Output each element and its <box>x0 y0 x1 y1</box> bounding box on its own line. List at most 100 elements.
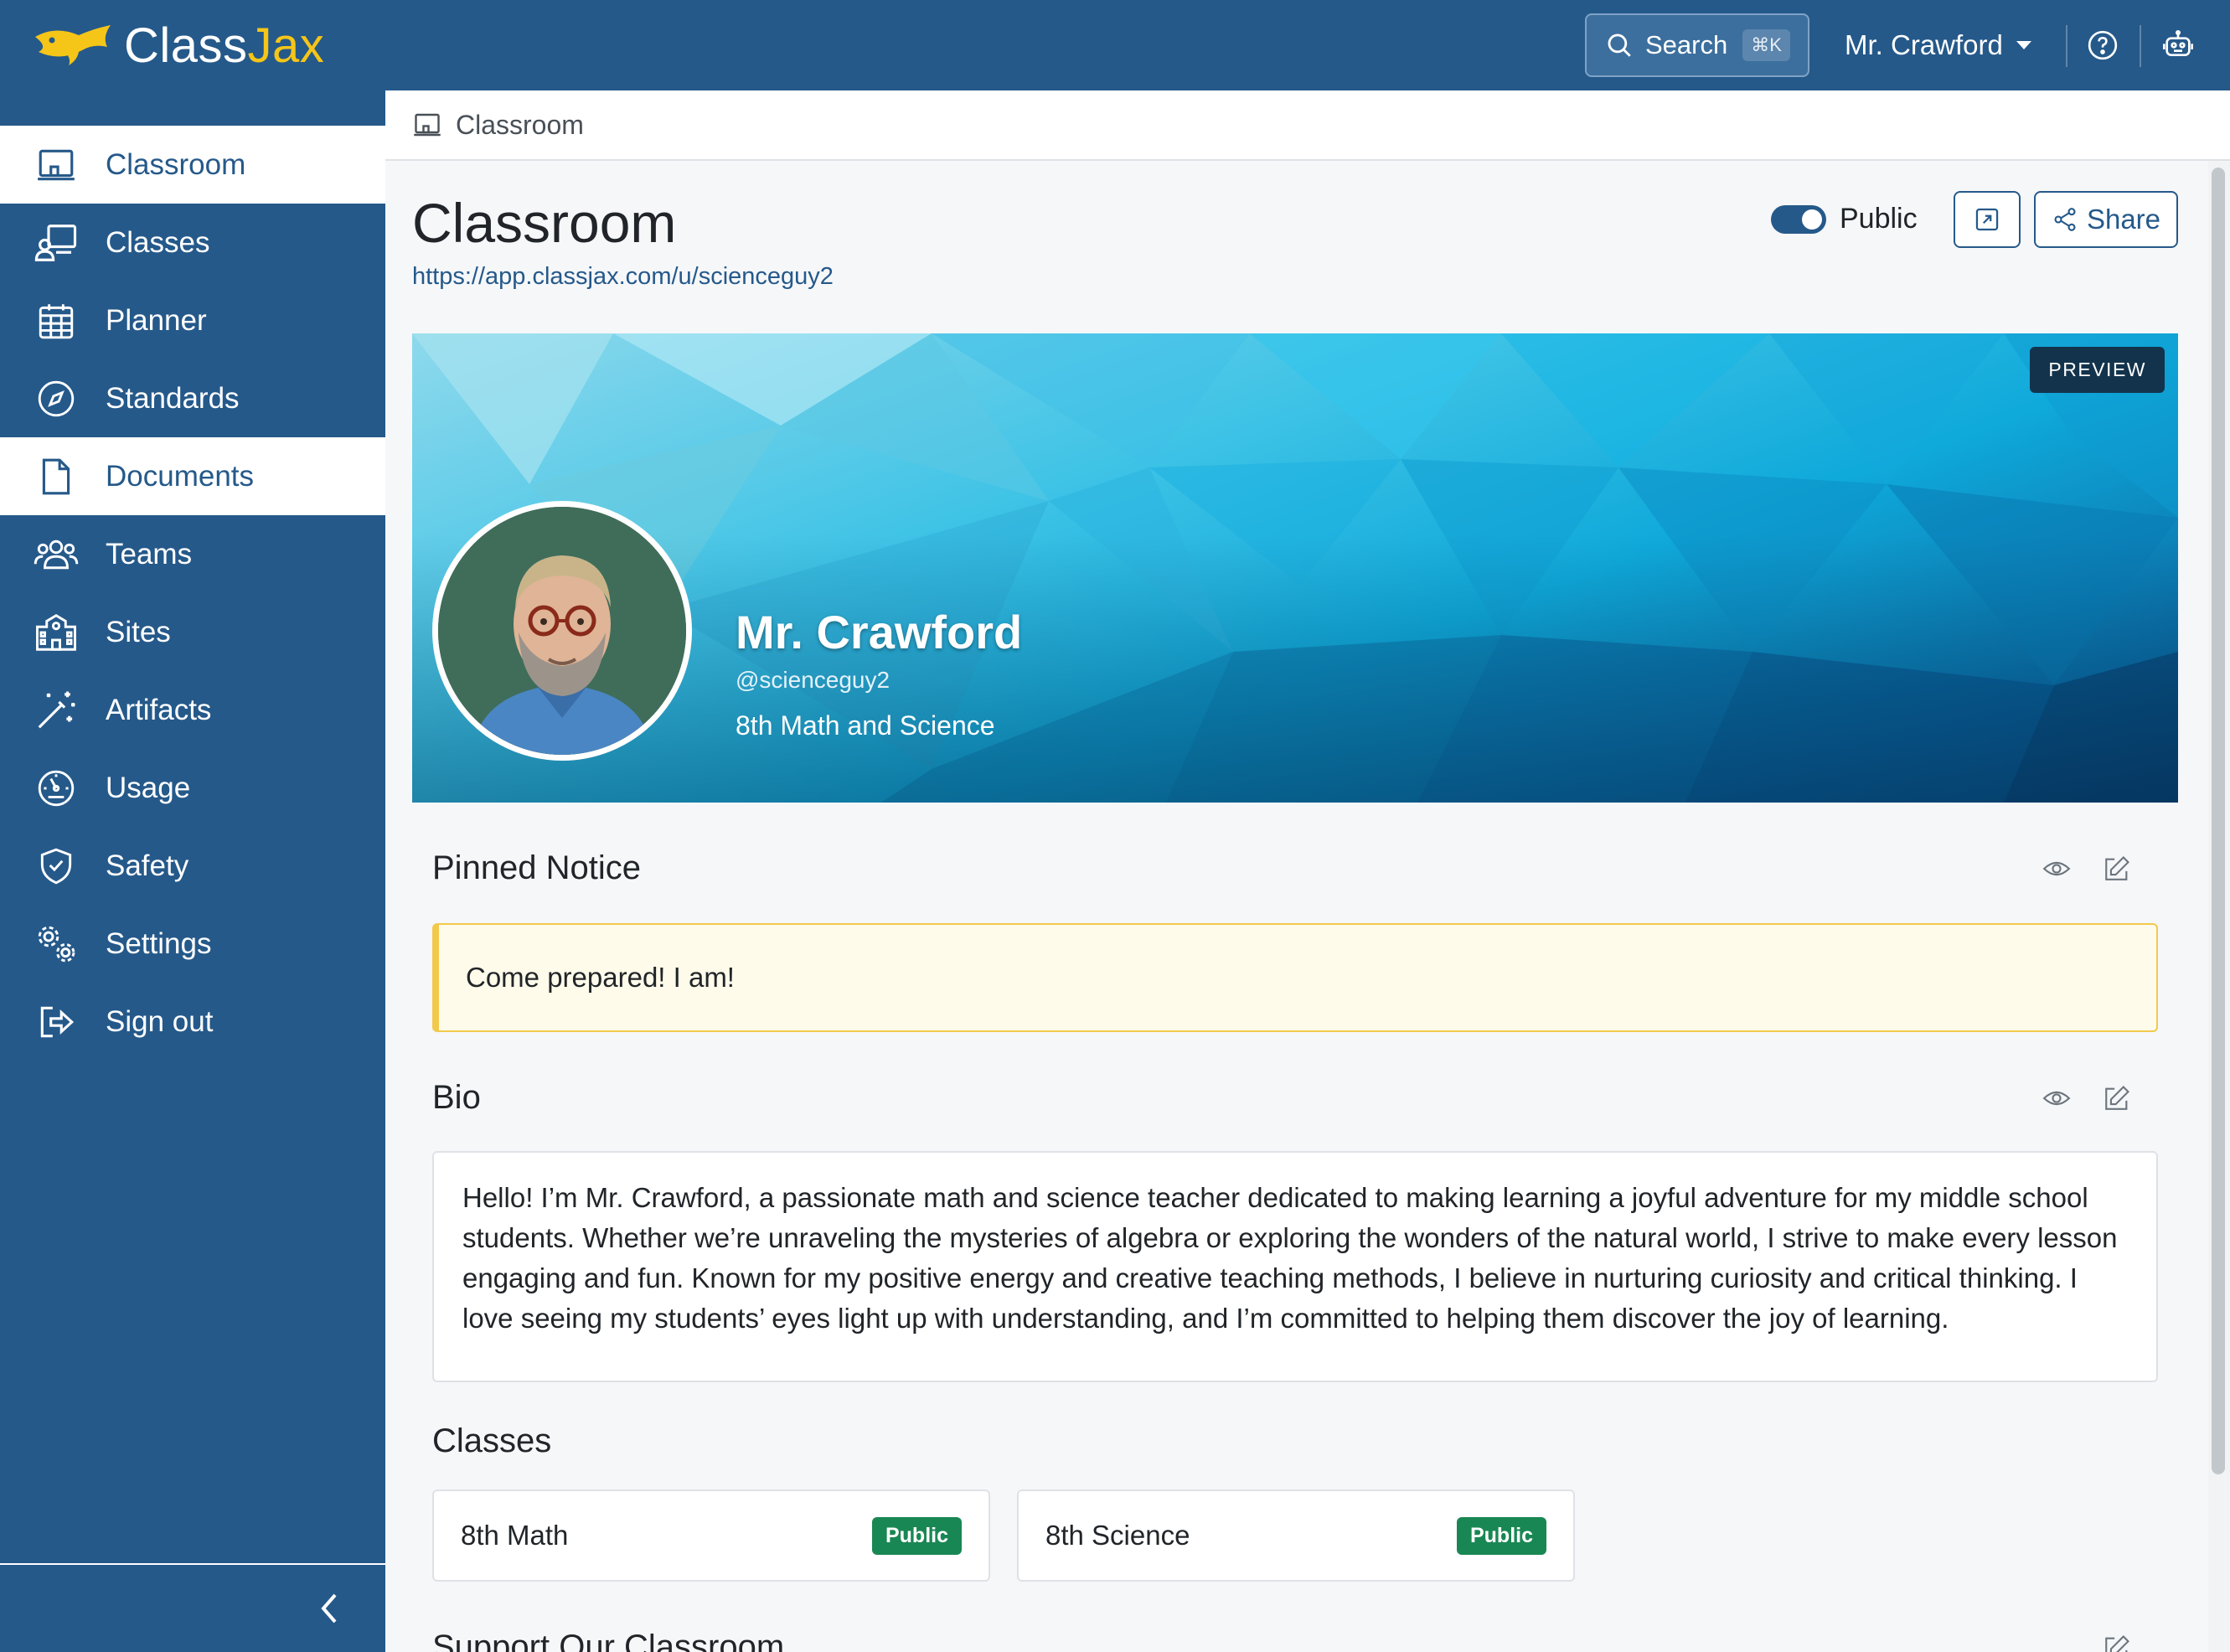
open-external-button[interactable] <box>1954 191 2021 248</box>
help-button[interactable] <box>2086 28 2119 62</box>
chevron-left-icon <box>321 1593 337 1624</box>
assistant-button[interactable] <box>2161 28 2195 62</box>
edit-icon[interactable] <box>2103 854 2131 883</box>
sidebar-item-label: Classes <box>106 225 210 259</box>
document-icon <box>34 454 79 499</box>
sidebar-item-usage[interactable]: Usage <box>0 749 385 827</box>
sidebar-item-settings[interactable]: Settings <box>0 905 385 983</box>
fish-logo-icon <box>35 25 111 65</box>
sidebar-item-teams[interactable]: Teams <box>0 515 385 593</box>
compass-icon <box>34 376 79 421</box>
teacher-portrait-image <box>438 507 686 755</box>
support-title: Support Our Classroom <box>432 1629 785 1652</box>
brand-name-part1: Class <box>124 18 248 73</box>
page-title: Classroom <box>412 192 677 254</box>
pinned-notice-box: Come prepared! I am! <box>432 923 2158 1032</box>
external-link-icon <box>1975 208 1999 231</box>
user-name: Mr. Crawford <box>1845 29 2003 60</box>
sidebar-item-label: Planner <box>106 303 207 337</box>
topbar-divider <box>2066 25 2067 67</box>
public-label: Public <box>1840 203 1918 235</box>
classes-icon <box>34 220 79 266</box>
sidebar-item-label: Classroom <box>106 147 246 181</box>
eye-icon[interactable] <box>2042 854 2071 883</box>
sidebar-item-documents[interactable]: Documents <box>0 437 385 515</box>
sidebar-item-label: Sites <box>106 615 171 648</box>
sidebar-item-classroom[interactable]: Classroom <box>0 126 385 204</box>
class-name: 8th Science <box>1045 1520 1190 1551</box>
help-icon <box>2088 30 2118 60</box>
magic-wand-icon <box>34 688 79 733</box>
brand-name: ClassJax <box>124 18 324 74</box>
avatar <box>432 501 692 761</box>
scrollbar-thumb[interactable] <box>2212 168 2225 1474</box>
bio-text: Hello! I’m Mr. Crawford, a passionate ma… <box>462 1182 2118 1334</box>
brand-logo[interactable]: ClassJax <box>30 15 324 75</box>
search-button[interactable]: Search ⌘K <box>1585 13 1809 77</box>
topbar-divider <box>2140 25 2141 67</box>
profile-banner: PREVIEW Mr. Crawford @scienceguy2 8th Ma… <box>412 333 2178 803</box>
sidebar-item-safety[interactable]: Safety <box>0 827 385 905</box>
top-bar: ClassJax Search ⌘K Mr. Crawford <box>0 0 2230 90</box>
sidebar: Classroom Classes Planner Standards Docu <box>0 90 385 1652</box>
breadcrumb: Classroom <box>385 90 2230 161</box>
sidebar-item-label: Usage <box>106 771 191 804</box>
edit-icon[interactable] <box>2103 1084 2131 1113</box>
class-card-8th-science[interactable]: 8th Science Public <box>1017 1489 1575 1582</box>
bio-title: Bio <box>432 1079 481 1116</box>
teams-icon <box>34 532 79 577</box>
shield-icon <box>34 844 79 889</box>
sidebar-item-label: Settings <box>106 927 212 960</box>
sidebar-item-standards[interactable]: Standards <box>0 359 385 437</box>
sidebar-item-label: Artifacts <box>106 693 212 726</box>
sidebar-nav: Classroom Classes Planner Standards Docu <box>0 126 385 1061</box>
sidebar-item-classes[interactable]: Classes <box>0 204 385 281</box>
search-shortcut: ⌘K <box>1742 29 1790 61</box>
class-card-8th-math[interactable]: 8th Math Public <box>432 1489 990 1582</box>
calendar-icon <box>34 298 79 343</box>
brand-name-part2: Jax <box>247 18 325 73</box>
search-label: Search <box>1645 30 1728 59</box>
status-badge: Public <box>1456 1516 1546 1555</box>
breadcrumb-item-classroom[interactable]: Classroom <box>456 110 584 141</box>
collapse-sidebar-button[interactable] <box>313 1590 347 1627</box>
sidebar-item-label: Standards <box>106 381 240 415</box>
pinned-notice-text: Come prepared! I am! <box>466 962 735 993</box>
profile-name: Mr. Crawford <box>736 606 1023 658</box>
class-name: 8th Math <box>461 1520 569 1551</box>
gauge-icon <box>34 766 79 811</box>
sidebar-item-artifacts[interactable]: Artifacts <box>0 671 385 749</box>
bio-box: Hello! I’m Mr. Crawford, a passionate ma… <box>432 1151 2158 1382</box>
status-badge: Public <box>871 1516 962 1555</box>
gears-icon <box>34 922 79 967</box>
search-icon <box>1608 34 1631 57</box>
profile-handle: @scienceguy2 <box>736 667 890 693</box>
edit-icon[interactable] <box>2103 1634 2131 1652</box>
classes-title: Classes <box>432 1422 552 1459</box>
robot-icon <box>2163 30 2193 56</box>
sidebar-item-label: Documents <box>106 459 255 493</box>
sidebar-item-sign-out[interactable]: Sign out <box>0 983 385 1061</box>
caret-down-icon <box>2016 41 2031 49</box>
public-switch[interactable] <box>1771 204 1826 234</box>
pinned-notice-title: Pinned Notice <box>432 849 642 886</box>
profile-subject: 8th Math and Science <box>736 710 995 741</box>
user-menu[interactable]: Mr. Crawford <box>1845 20 2031 70</box>
classroom-icon <box>414 113 441 137</box>
sidebar-item-label: Sign out <box>106 1004 214 1038</box>
sidebar-footer <box>0 1563 385 1652</box>
sign-out-icon <box>34 999 79 1045</box>
sidebar-item-label: Teams <box>106 537 193 570</box>
eye-icon[interactable] <box>2042 1084 2071 1113</box>
share-icon <box>2054 208 2076 231</box>
sidebar-item-planner[interactable]: Planner <box>0 281 385 359</box>
preview-badge: PREVIEW <box>2030 347 2165 393</box>
main-content: Classroom https://app.classjax.com/u/sci… <box>385 161 2213 1652</box>
sidebar-item-sites[interactable]: Sites <box>0 593 385 671</box>
share-label: Share <box>2086 204 2161 235</box>
sites-icon <box>34 610 79 655</box>
share-button[interactable]: Share <box>2034 191 2178 248</box>
classroom-icon <box>34 142 79 188</box>
public-toggle[interactable]: Public <box>1771 203 1918 235</box>
classroom-url-link[interactable]: https://app.classjax.com/u/scienceguy2 <box>412 263 834 291</box>
